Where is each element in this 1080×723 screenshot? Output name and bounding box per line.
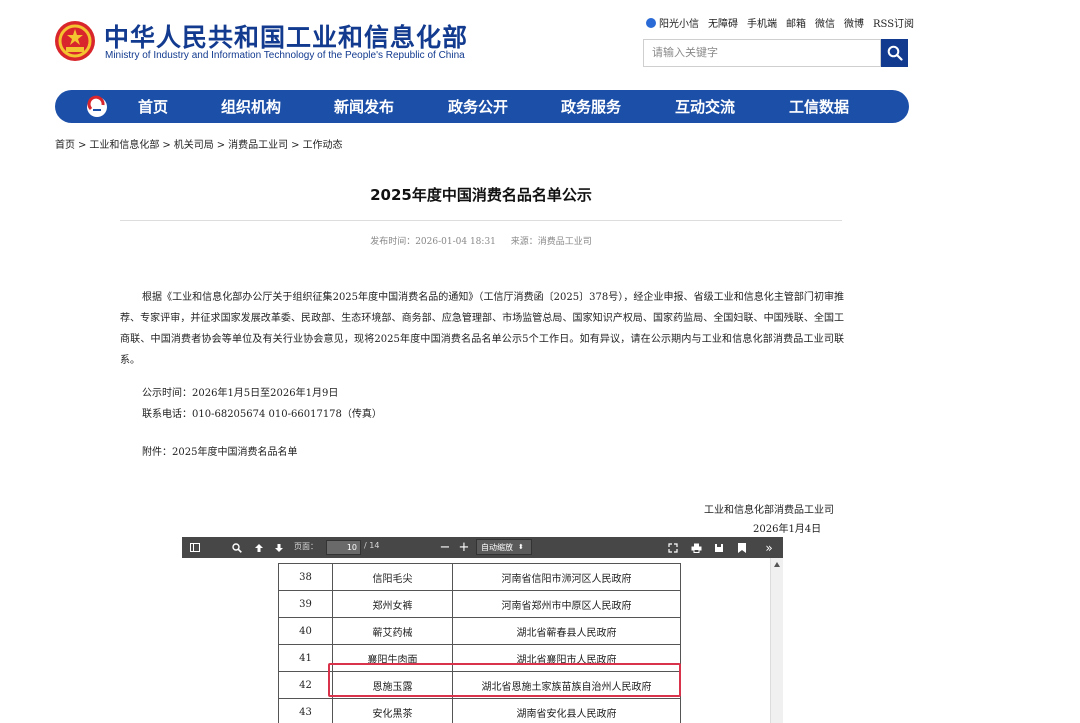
article-paragraph: 根据《工业和信息化部办公厅关于组织征集2025年度中国消费名品的通知》（工信厅消… — [120, 292, 844, 366]
page-number-input[interactable] — [326, 540, 361, 555]
table-row: 39 郑州女裤 河南省郑州市中原区人民政府 — [278, 590, 681, 618]
toplink-sunshine[interactable]: 阳光小信 — [646, 15, 699, 30]
applicant-name: 湖北省恩施土家族苗族自治州人民政府 — [452, 671, 681, 699]
nav-interaction[interactable]: 互动交流 — [675, 96, 735, 117]
row-number: 40 — [278, 617, 333, 645]
ministry-logo-icon[interactable] — [85, 95, 109, 119]
applicant-name: 湖北省襄阳市人民政府 — [452, 644, 681, 672]
scroll-up-icon[interactable] — [774, 562, 780, 567]
product-name: 郑州女裤 — [332, 590, 453, 618]
bookmark-icon[interactable] — [735, 537, 749, 558]
breadcrumb-work-news[interactable]: 工作动态 — [303, 140, 343, 151]
consumer-brands-table: 38 信阳毛尖 河南省信阳市浉河区人民政府 39 郑州女裤 河南省郑州市中原区人民政府 40… — [278, 563, 681, 723]
more-tools-icon[interactable]: » — [762, 537, 776, 558]
print-icon[interactable] — [689, 537, 703, 558]
breadcrumb-ministry[interactable]: 工业和信息化部 — [89, 140, 159, 151]
page-label: 页面： — [294, 542, 318, 551]
applicant-name: 河南省郑州市中原区人民政府 — [452, 590, 681, 618]
product-name: 襄阳牛肉面 — [332, 644, 453, 672]
search-icon — [887, 45, 903, 61]
download-icon[interactable] — [712, 537, 726, 558]
breadcrumb-consumer-goods[interactable]: 消费品工业司 — [228, 140, 288, 151]
toplink-rss[interactable]: RSS订阅 — [873, 15, 914, 30]
signature: 工业和信息化部消费品工业司 — [704, 505, 834, 516]
site-name-cn[interactable]: 中华人民共和国工业和信息化部 — [104, 18, 468, 54]
article-source: 来源：消费品工业司 — [510, 237, 592, 247]
product-name: 信阳毛尖 — [332, 563, 453, 591]
row-number: 41 — [278, 644, 333, 672]
product-name: 安化黑茶 — [332, 698, 453, 723]
applicant-name: 湖南省安化县人民政府 — [452, 698, 681, 723]
nav-organization[interactable]: 组织机构 — [221, 96, 281, 117]
sidebar-toggle-icon[interactable] — [188, 537, 202, 558]
nav-government-affairs[interactable]: 政务公开 — [448, 96, 508, 117]
toplink-mobile[interactable]: 手机端 — [747, 15, 777, 30]
notice-period: 公示时间：2026年1月5日至2026年1月9日 — [142, 388, 339, 399]
national-emblem-icon[interactable] — [54, 20, 96, 62]
row-number: 38 — [278, 563, 333, 591]
table-row: 40 蕲艾药械 湖北省蕲春县人民政府 — [278, 617, 681, 645]
nav-government-services[interactable]: 政务服务 — [561, 96, 621, 117]
search-icon[interactable] — [230, 537, 244, 558]
breadcrumb-home[interactable]: 首页 — [55, 140, 75, 151]
pdf-toolbar: 页面： / 14 − + 自动缩放⬍ » — [182, 537, 783, 558]
attachment-link[interactable]: 附件：2025年度中国消费名品名单 — [142, 443, 297, 458]
search-input[interactable] — [643, 39, 881, 67]
row-number: 43 — [278, 698, 333, 723]
sunshine-icon — [646, 18, 656, 28]
dropdown-icon: ⬍ — [518, 543, 524, 551]
product-name: 恩施玉露 — [332, 671, 453, 699]
article-title: 2025年度中国消费名品名单公示 — [370, 186, 592, 204]
breadcrumb-departments[interactable]: 机关司局 — [174, 140, 214, 151]
toplink-mail[interactable]: 邮箱 — [786, 15, 806, 30]
zoom-select[interactable]: 自动缩放 ⬍ — [476, 539, 532, 555]
applicant-name: 河南省信阳市浉河区人民政府 — [452, 563, 681, 591]
breadcrumb: 首页 > 工业和信息化部 > 机关司局 > 消费品工业司 > 工作动态 — [55, 140, 343, 151]
sign-date: 2026年1月4日 — [753, 524, 822, 535]
table-row: 38 信阳毛尖 河南省信阳市浉河区人民政府 — [278, 563, 681, 591]
table-row: 43 安化黑茶 湖南省安化县人民政府 — [278, 698, 681, 723]
nav-home[interactable]: 首页 — [138, 96, 168, 117]
toplink-weibo[interactable]: 微博 — [844, 15, 864, 30]
zoom-in-icon[interactable]: + — [457, 537, 471, 558]
arrow-down-icon[interactable] — [272, 537, 286, 558]
row-number: 42 — [278, 671, 333, 699]
site-header: 中华人民共和国工业和信息化部 Ministry of Industry and … — [0, 0, 1080, 88]
main-nav: 首页 组织机构 新闻发布 政务公开 政务服务 互动交流 工信数据 — [55, 90, 909, 123]
row-number: 39 — [278, 590, 333, 618]
site-name-en: Ministry of Industry and Information Tec… — [105, 50, 465, 61]
pdf-scrollbar[interactable] — [770, 558, 783, 723]
search-button[interactable] — [881, 39, 908, 67]
total-pages: / 14 — [364, 541, 380, 550]
nav-news[interactable]: 新闻发布 — [334, 96, 394, 117]
applicant-name: 湖北省蕲春县人民政府 — [452, 617, 681, 645]
fullscreen-icon[interactable] — [666, 537, 680, 558]
article-meta: 发布时间：2026-01-04 18:31 来源：消费品工业司 — [120, 234, 842, 247]
arrow-up-icon[interactable] — [252, 537, 266, 558]
toplink-wechat[interactable]: 微信 — [815, 15, 835, 30]
toplink-accessibility[interactable]: 无障碍 — [708, 15, 738, 30]
product-name: 蕲艾药械 — [332, 617, 453, 645]
table-row: 41 襄阳牛肉面 湖北省襄阳市人民政府 — [278, 644, 681, 672]
zoom-out-icon[interactable]: − — [438, 537, 452, 558]
publish-time: 发布时间：2026-01-04 18:31 — [370, 237, 496, 247]
pdf-page: 38 信阳毛尖 河南省信阳市浉河区人民政府 39 郑州女裤 河南省郑州市中原区人民政府 40… — [182, 558, 770, 723]
top-links: 阳光小信 无障碍 手机端 邮箱 微信 微博 RSS订阅 — [646, 15, 914, 30]
pdf-viewer: 页面： / 14 − + 自动缩放⬍ » 38信阳毛尖河南省信阳市浉河区人民政府… — [182, 537, 783, 723]
contact-phone: 联系电话：010-68205674 010-66017178（传真） — [142, 409, 382, 420]
table-row: 42 恩施玉露 湖北省恩施土家族苗族自治州人民政府 — [278, 671, 681, 699]
nav-data[interactable]: 工信数据 — [789, 96, 849, 117]
title-divider — [120, 220, 842, 221]
